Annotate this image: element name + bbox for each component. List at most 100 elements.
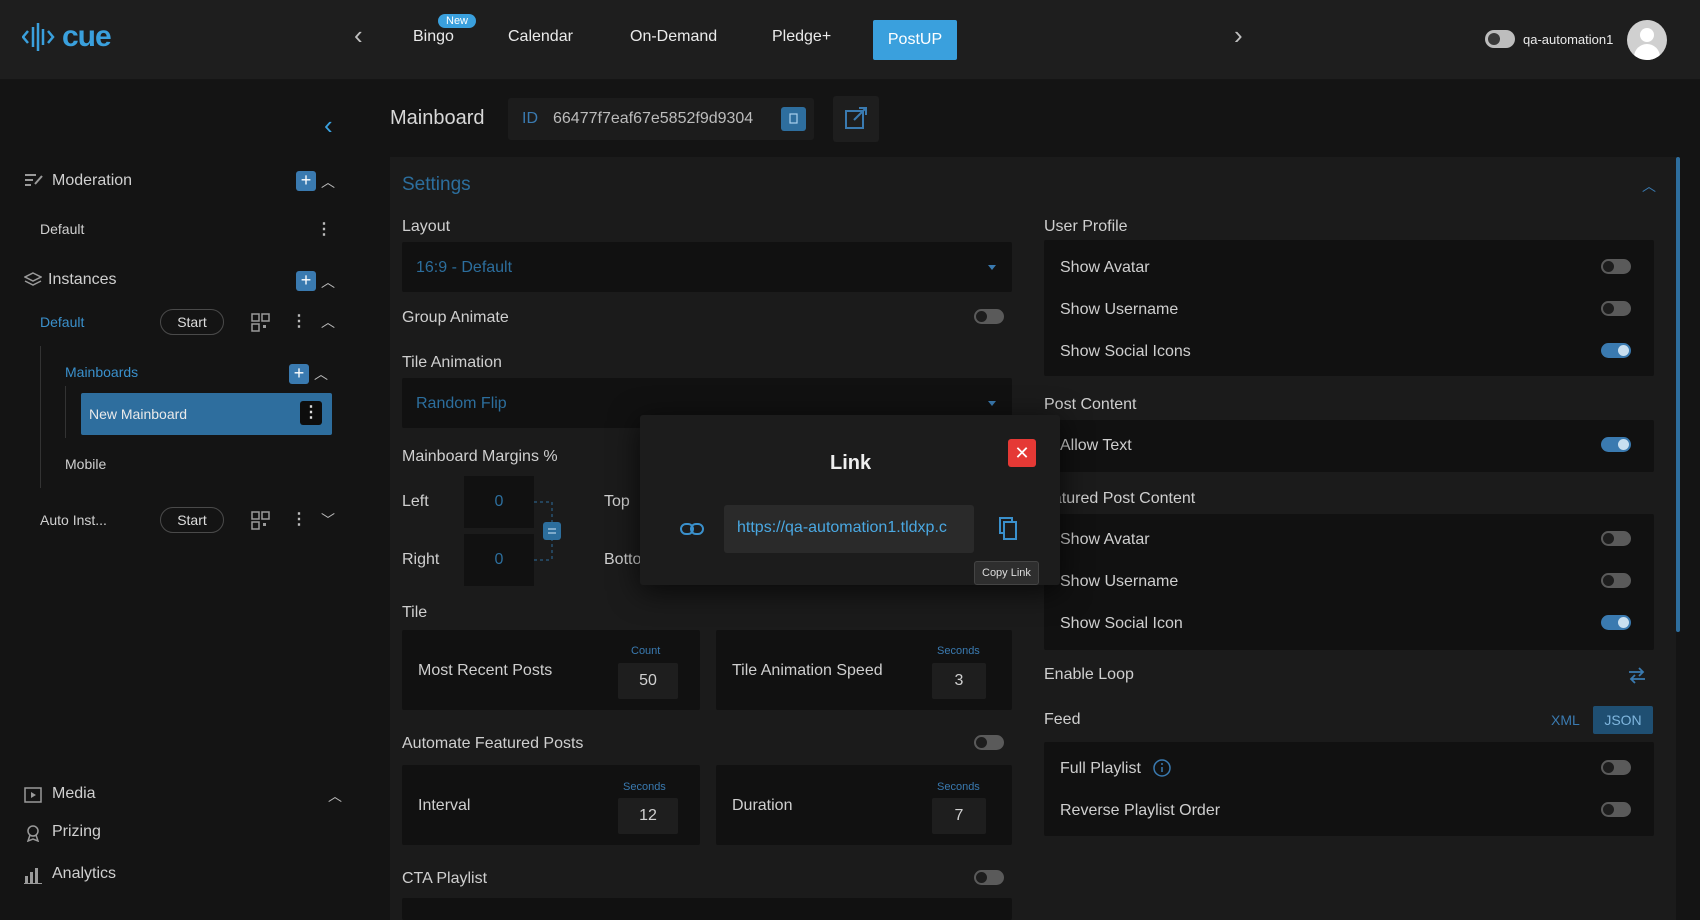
scrollbar[interactable] xyxy=(1676,157,1680,632)
chevron-down-icon[interactable]: ﹀ xyxy=(321,510,335,530)
show-avatar-toggle[interactable] xyxy=(1601,259,1631,274)
automate-featured-toggle[interactable] xyxy=(974,735,1004,750)
theme-toggle[interactable] xyxy=(1485,30,1515,48)
feed-json-button[interactable]: JSON xyxy=(1593,706,1653,734)
margin-bottom-label: Botto xyxy=(604,551,642,568)
full-playlist-toggle[interactable] xyxy=(1601,760,1631,775)
link-modal xyxy=(640,415,1060,585)
info-icon[interactable] xyxy=(1152,758,1172,778)
tree-line xyxy=(40,346,41,488)
allow-text-label: Allow Text xyxy=(1060,437,1132,454)
username[interactable]: qa-automation1 xyxy=(1523,32,1613,47)
featured-show-social-icon-label: Show Social Icon xyxy=(1060,615,1183,632)
tile-label: Tile xyxy=(402,604,428,621)
add-mainboard-button[interactable]: + xyxy=(289,364,309,384)
show-avatar-label: Show Avatar xyxy=(1060,259,1150,276)
margin-left-input[interactable]: 0 xyxy=(464,476,534,528)
media-icon xyxy=(24,787,42,803)
kebab-menu-icon[interactable]: ⋮ xyxy=(316,219,332,239)
mobile-item[interactable]: Mobile xyxy=(65,456,106,472)
media-label[interactable]: Media xyxy=(52,785,96,803)
start-button[interactable]: Start xyxy=(160,309,224,335)
chevron-up-icon[interactable]: ︿ xyxy=(321,312,335,332)
show-social-icons-toggle[interactable] xyxy=(1601,343,1631,358)
avatar[interactable] xyxy=(1627,20,1667,60)
tile-speed-label: Tile Animation Speed xyxy=(732,662,883,679)
dropdown-caret-icon xyxy=(988,401,996,406)
qr-code-icon[interactable] xyxy=(251,511,271,531)
instances-label[interactable]: Instances xyxy=(48,271,116,289)
settings-title[interactable]: Settings xyxy=(402,174,471,196)
full-playlist-label: Full Playlist xyxy=(1060,760,1141,777)
chevron-up-icon[interactable]: ︿ xyxy=(328,786,342,806)
moderation-item-default[interactable]: Default xyxy=(40,221,84,237)
most-recent-input[interactable]: 50 xyxy=(618,663,678,699)
reverse-playlist-toggle[interactable] xyxy=(1601,802,1631,817)
mainboard-item-label[interactable]: New Mainboard xyxy=(89,406,187,422)
nav-pledge-plus[interactable]: Pledge+ xyxy=(772,28,831,46)
page-title: Mainboard xyxy=(390,107,485,129)
kebab-menu-icon[interactable]: ⋮ xyxy=(291,509,307,529)
add-moderation-button[interactable]: + xyxy=(296,171,316,191)
nav-bingo[interactable]: Bingo xyxy=(413,28,454,46)
duration-label: Duration xyxy=(732,797,793,814)
layout-label: Layout xyxy=(402,218,451,235)
margin-top-label: Top xyxy=(604,493,630,510)
kebab-menu-icon[interactable]: ⋮ xyxy=(300,401,322,425)
nav-on-demand[interactable]: On-Demand xyxy=(630,28,717,46)
most-recent-label: Most Recent Posts xyxy=(418,662,553,679)
margins-label: Mainboard Margins % xyxy=(402,448,558,465)
analytics-label[interactable]: Analytics xyxy=(52,865,116,883)
featured-show-social-icon-toggle[interactable] xyxy=(1601,615,1631,630)
show-username-toggle[interactable] xyxy=(1601,301,1631,316)
nav-postup[interactable]: PostUP xyxy=(873,20,957,60)
group-animate-label: Group Animate xyxy=(402,309,509,326)
tile-animation-label: Tile Animation xyxy=(402,354,502,371)
duration-input[interactable]: 7 xyxy=(932,798,986,834)
add-instance-button[interactable]: + xyxy=(296,271,316,291)
nav-calendar[interactable]: Calendar xyxy=(508,28,573,46)
tile-speed-input[interactable]: 3 xyxy=(932,663,986,699)
modal-title: Link xyxy=(830,452,872,474)
link-margins-icon[interactable] xyxy=(532,500,562,562)
cue-logo[interactable]: cue xyxy=(22,20,112,54)
copy-link-button[interactable] xyxy=(990,512,1024,546)
featured-show-avatar-label: Show Avatar xyxy=(1060,531,1150,548)
copy-icon xyxy=(789,113,798,124)
nav-prev-arrow-icon[interactable]: ‹ xyxy=(354,20,363,51)
kebab-menu-icon[interactable]: ⋮ xyxy=(291,311,307,331)
open-external-button[interactable] xyxy=(833,96,879,142)
post-content-box xyxy=(1044,420,1654,472)
chevron-up-icon[interactable]: ︿ xyxy=(1642,176,1656,196)
prizing-label[interactable]: Prizing xyxy=(52,823,101,841)
loop-icon[interactable] xyxy=(1626,664,1648,686)
id-value: 66477f7eaf67e5852f9d9304 xyxy=(553,110,754,127)
moderation-label[interactable]: Moderation xyxy=(52,172,132,190)
mainboards-label[interactable]: Mainboards xyxy=(65,364,138,380)
featured-show-username-toggle[interactable] xyxy=(1601,573,1631,588)
auto-instance-label[interactable]: Auto Inst... xyxy=(40,512,107,528)
feed-xml-button[interactable]: XML xyxy=(1551,712,1580,728)
chevron-up-icon[interactable]: ︿ xyxy=(321,272,335,292)
interval-input[interactable]: 12 xyxy=(618,798,678,834)
copy-id-button[interactable] xyxy=(781,107,806,131)
allow-text-toggle[interactable] xyxy=(1601,437,1631,452)
layout-value: 16:9 - Default xyxy=(416,259,513,276)
chevron-up-icon[interactable]: ︿ xyxy=(321,172,335,192)
moderation-icon xyxy=(25,174,43,186)
featured-show-avatar-toggle[interactable] xyxy=(1601,531,1631,546)
new-badge: New xyxy=(438,14,477,28)
close-modal-button[interactable]: ✕ xyxy=(1008,439,1036,467)
qr-code-icon[interactable] xyxy=(251,313,271,333)
user-profile-label: User Profile xyxy=(1044,218,1128,235)
start-button[interactable]: Start xyxy=(160,507,224,533)
margin-right-input[interactable]: 0 xyxy=(464,534,534,586)
instance-default[interactable]: Default xyxy=(40,314,84,330)
chevron-up-icon[interactable]: ︿ xyxy=(314,364,328,384)
link-icon xyxy=(680,523,704,535)
collapse-sidebar-icon[interactable]: ‹ xyxy=(324,110,333,141)
cta-playlist-toggle[interactable] xyxy=(974,870,1004,885)
nav-next-arrow-icon[interactable]: › xyxy=(1234,20,1243,51)
link-url-text[interactable]: https://qa-automation1.tldxp.c xyxy=(737,519,963,537)
group-animate-toggle[interactable] xyxy=(974,309,1004,324)
